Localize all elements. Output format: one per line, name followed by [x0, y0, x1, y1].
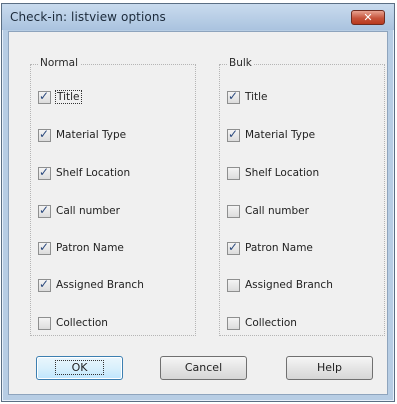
normal-group: Normal Title Material Type Shelf Locatio…: [30, 57, 196, 336]
bulk-collection-option[interactable]: Collection: [227, 315, 297, 331]
normal-title-option[interactable]: Title: [38, 89, 82, 105]
checkbox[interactable]: [38, 240, 51, 255]
ok-button-label: OK: [54, 360, 105, 375]
checkbox-label: Shelf Location: [56, 167, 131, 179]
close-icon: ✕: [363, 11, 373, 24]
help-button[interactable]: Help: [286, 356, 373, 380]
normal-patron-name-option[interactable]: Patron Name: [38, 240, 124, 256]
checkbox-label: Patron Name: [245, 242, 313, 254]
checkbox[interactable]: [227, 89, 240, 104]
checkbox-label: Collection: [56, 317, 108, 329]
checkbox-label: Shelf Location: [245, 167, 320, 179]
bulk-group: Bulk Title Material Type Shelf Location …: [219, 57, 385, 336]
checkbox-label: Title: [55, 90, 82, 104]
bulk-group-title: Bulk: [227, 57, 254, 69]
normal-collection-option[interactable]: Collection: [38, 315, 108, 331]
normal-shelf-location-option[interactable]: Shelf Location: [38, 165, 130, 181]
checkbox-label: Collection: [245, 317, 297, 329]
checkbox[interactable]: [38, 277, 51, 292]
checkbox[interactable]: [38, 316, 51, 330]
bulk-material-type-option[interactable]: Material Type: [227, 127, 315, 143]
checkbox[interactable]: [227, 204, 240, 218]
title-bar[interactable]: Check-in: listview options ✕: [2, 4, 394, 30]
checkbox[interactable]: [38, 127, 51, 142]
checkbox-label: Material Type: [245, 129, 316, 141]
normal-group-title: Normal: [38, 57, 80, 69]
checkbox-label: Call number: [245, 205, 309, 217]
checkbox-label: Patron Name: [56, 242, 124, 254]
bulk-call-number-option[interactable]: Call number: [227, 203, 309, 219]
checkbox-label: Title: [245, 91, 268, 103]
close-button[interactable]: ✕: [351, 10, 385, 25]
checkbox-label: Assigned Branch: [56, 279, 144, 291]
checkbox[interactable]: [227, 240, 240, 255]
window-title: Check-in: listview options: [10, 10, 166, 24]
normal-call-number-option[interactable]: Call number: [38, 203, 120, 219]
checkbox[interactable]: [38, 89, 51, 104]
checkbox[interactable]: [227, 278, 240, 292]
checkbox-label: Material Type: [56, 129, 127, 141]
bulk-patron-name-option[interactable]: Patron Name: [227, 240, 313, 256]
bulk-title-option[interactable]: Title: [227, 89, 268, 105]
bulk-shelf-location-option[interactable]: Shelf Location: [227, 165, 319, 181]
checkbox[interactable]: [227, 127, 240, 142]
dialog-content: Normal Title Material Type Shelf Locatio…: [8, 31, 388, 395]
dialog-window: Check-in: listview options ✕ Normal Titl…: [1, 3, 395, 402]
checkbox-label: Assigned Branch: [245, 279, 333, 291]
checkbox[interactable]: [227, 166, 240, 180]
checkbox-label: Call number: [56, 205, 120, 217]
normal-material-type-option[interactable]: Material Type: [38, 127, 126, 143]
normal-assigned-branch-option[interactable]: Assigned Branch: [38, 277, 144, 293]
checkbox[interactable]: [38, 203, 51, 218]
cancel-button[interactable]: Cancel: [160, 356, 247, 380]
checkbox[interactable]: [38, 165, 51, 180]
checkbox[interactable]: [227, 316, 240, 330]
ok-button[interactable]: OK: [36, 356, 123, 380]
bulk-assigned-branch-option[interactable]: Assigned Branch: [227, 277, 333, 293]
